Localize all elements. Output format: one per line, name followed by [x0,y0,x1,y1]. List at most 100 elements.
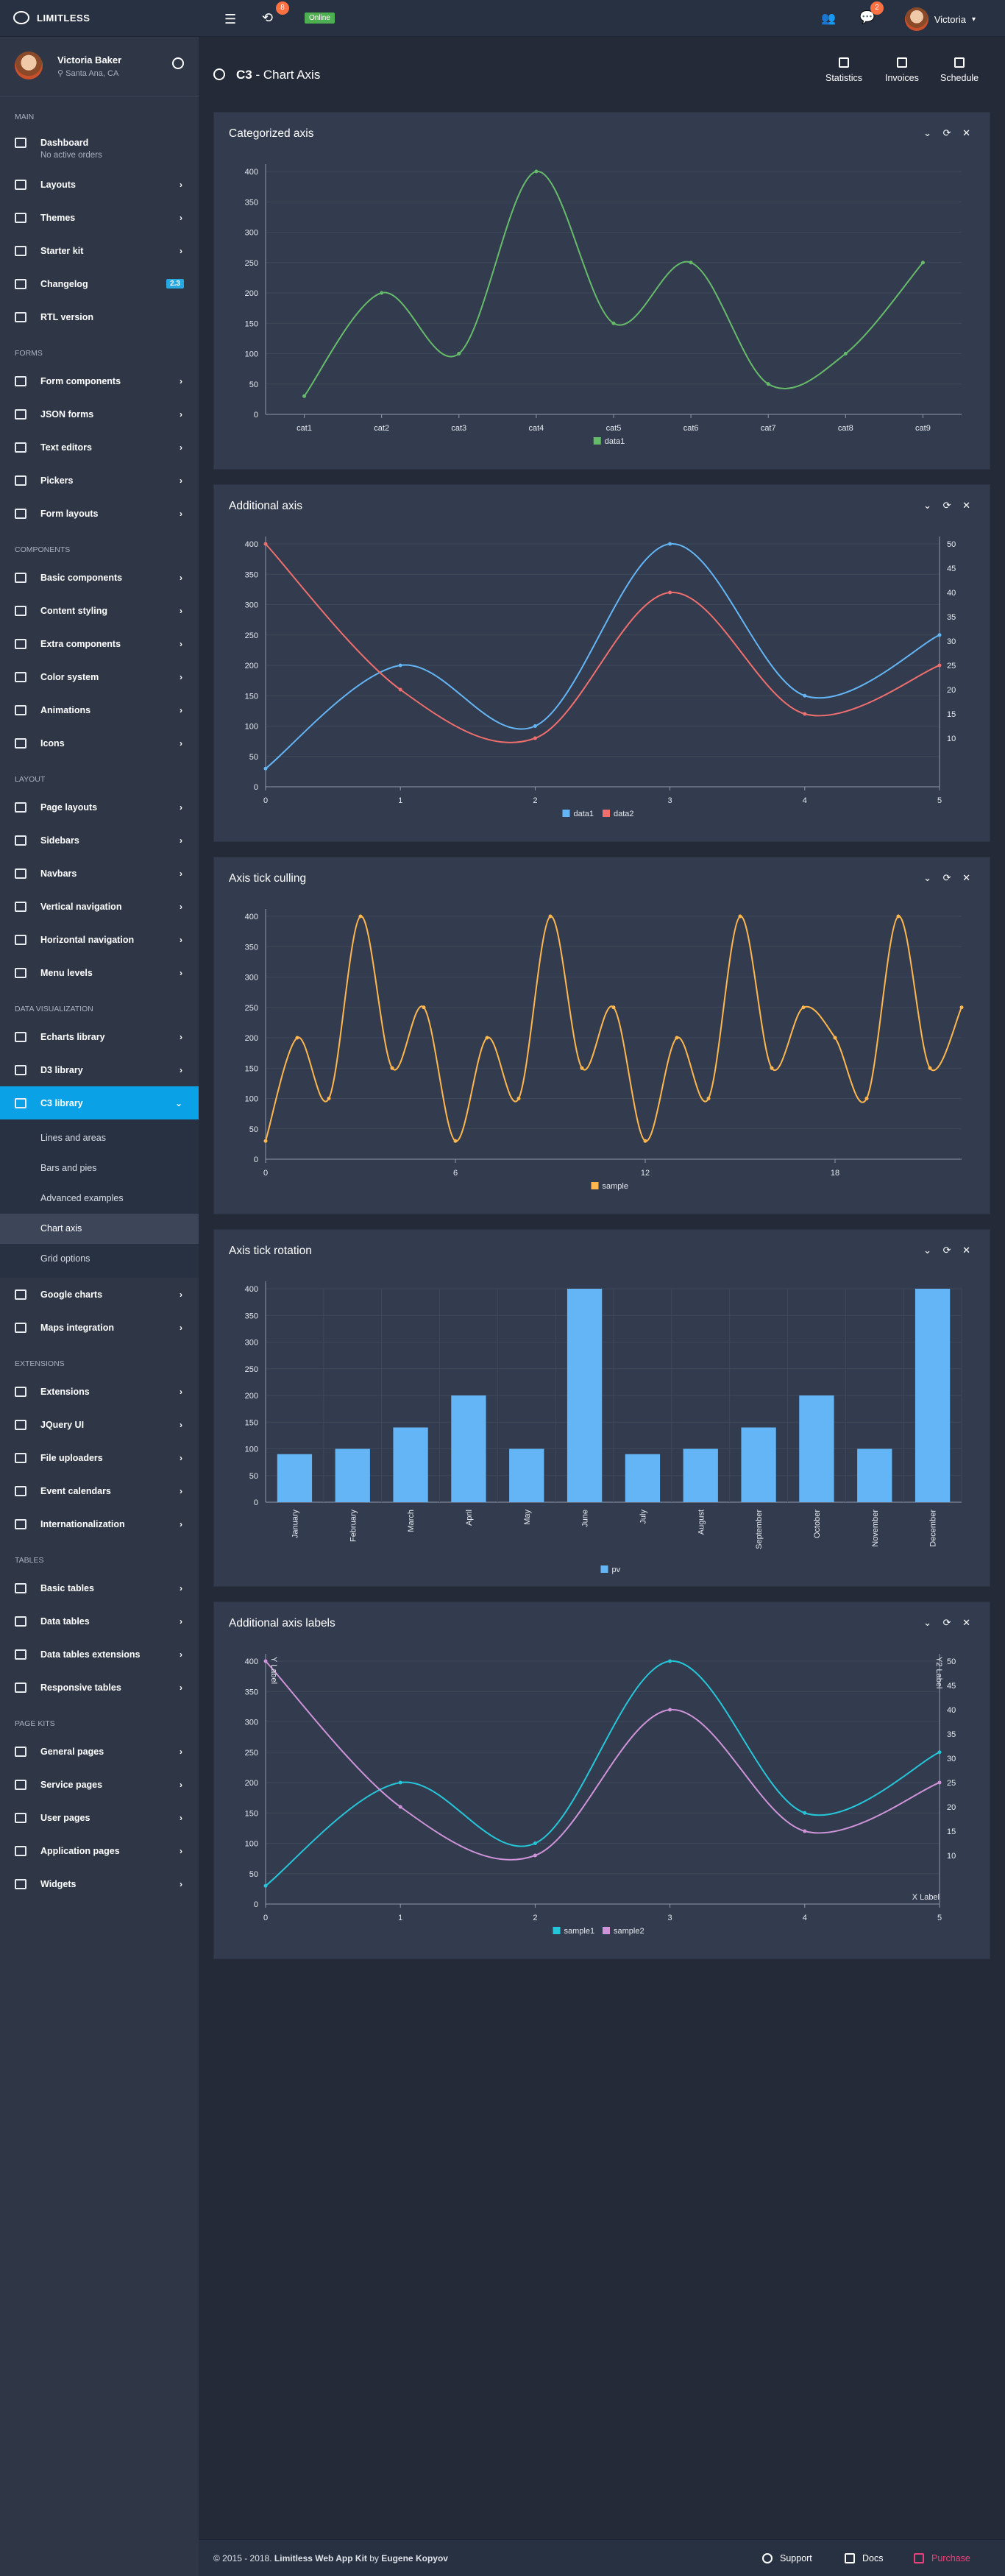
sidebar-item-internationalization[interactable]: Internationalization › [0,1507,199,1540]
submenu-item-bars-and-pies[interactable]: Bars and pies [0,1153,199,1183]
sidebar-item-layouts[interactable]: Layouts › [0,168,199,201]
sidebar-item-data-tables-extensions[interactable]: Data tables extensions › [0,1638,199,1671]
sidebar-item-event-calendars[interactable]: Event calendars › [0,1474,199,1507]
gear-icon[interactable] [172,57,184,69]
sidebar-item-vertical-navigation[interactable]: Vertical navigation › [0,890,199,923]
docs-link[interactable]: Docs [845,2553,883,2563]
sidebar-item-label: Data tables extensions [40,1649,141,1660]
y2-tick-label: 45 [947,1682,956,1691]
widgets-icon [15,1878,26,1889]
author-link[interactable]: Eugene Kopyov [381,2553,448,2563]
sidebar-item-basic-tables[interactable]: Basic tables › [0,1571,199,1604]
sidebar-item-page-layouts[interactable]: Page layouts › [0,790,199,824]
invoices-button[interactable]: Invoices [885,57,919,83]
sidebar-item-sidebars[interactable]: Sidebars › [0,824,199,857]
data-point [668,1708,672,1712]
chevron-right-icon: › [180,802,182,813]
y2-axis-label: Y2 Label [934,1657,943,1688]
sidebar-item-echarts-library[interactable]: Echarts library › [0,1020,199,1053]
sidebar-item-c3-library[interactable]: C3 library ⌄ [0,1086,199,1119]
sidebar-item-extra-components[interactable]: Extra components › [0,627,199,660]
chart-card-axis-labels: Additional axis labels ⌄ ⟳ ✕ 0 50 100 150 20… [213,1602,990,1959]
git-pull-icon[interactable]: ⟲ [262,10,273,26]
user-location: ⚲ Santa Ana, CA [57,69,119,78]
sidebar-item-maps-integration[interactable]: Maps integration › [0,1311,199,1344]
x-tick-label: cat4 [528,424,544,433]
sidebar-item-basic-components[interactable]: Basic components › [0,561,199,594]
avatar[interactable] [15,52,43,79]
data-point [803,1829,807,1833]
sidebar-item-pickers[interactable]: Pickers › [0,464,199,497]
sidebar-item-content-styling[interactable]: Content styling › [0,594,199,627]
sidebar-item-json-forms[interactable]: JSON forms › [0,397,199,431]
x-tick-label: 1 [398,796,402,805]
y-tick-label: 200 [245,1392,258,1401]
y-tick-label: 50 [249,1870,258,1879]
card-title: Axis tick culling [229,872,307,885]
sidebar-item-service-pages[interactable]: Service pages › [0,1768,199,1801]
sidebar-item-color-system[interactable]: Color system › [0,660,199,693]
copyright-text: © 2015 - 2018. [213,2553,274,2563]
bar [857,1448,892,1502]
series-line-sample [265,915,962,1142]
data-point [937,1780,942,1785]
sidebar-item-starter-kit[interactable]: Starter kit › [0,234,199,267]
chevron-down-icon: ▾ [971,15,976,24]
sidebar-item-icons[interactable]: Icons › [0,726,199,760]
sidebar-item-extensions[interactable]: Extensions › [0,1375,199,1408]
sidebar-item-text-editors[interactable]: Text editors › [0,431,199,464]
submenu-item-grid-options[interactable]: Grid options [0,1244,199,1274]
sidebar-item-file-uploaders[interactable]: File uploaders › [0,1441,199,1474]
sidebar-item-form-components[interactable]: Form components › [0,364,199,397]
sidebar-item-dashboard[interactable]: Dashboard No active orders [0,128,199,168]
sidebar-item-responsive-tables[interactable]: Responsive tables › [0,1671,199,1704]
sidebar-item-themes[interactable]: Themes › [0,201,199,234]
submenu-item-advanced-examples[interactable]: Advanced examples [0,1183,199,1214]
sidebar-item-navbars[interactable]: Navbars › [0,857,199,890]
sidebar-item-general-pages[interactable]: General pages › [0,1735,199,1768]
brand-logo[interactable]: LIMITLESS [13,11,90,24]
data-point [422,1005,426,1010]
purchase-link[interactable]: Purchase [914,2553,970,2563]
data-point [959,1005,964,1010]
sidebar-item-menu-levels[interactable]: Menu levels › [0,956,199,989]
sidebar-item-application-pages[interactable]: Application pages › [0,1834,199,1867]
sidebar-item-widgets[interactable]: Widgets › [0,1867,199,1900]
bar [799,1395,834,1502]
chevron-right-icon: › [180,442,182,453]
y2-tick-label: 25 [947,662,956,670]
sidebar-item-user-pages[interactable]: User pages › [0,1801,199,1834]
submenu-item-chart-axis[interactable]: Chart axis [0,1214,199,1244]
data-point [548,914,553,919]
sidebar-item-data-tables[interactable]: Data tables › [0,1604,199,1638]
x-tick-label: October [813,1510,822,1538]
card-tools[interactable]: ⌄ ⟳ ✕ [923,1245,975,1256]
users-icon[interactable]: 👥 [821,11,836,26]
schedule-button[interactable]: Schedule [940,57,979,83]
sidebar-item-d3-library[interactable]: D3 library › [0,1053,199,1086]
copyright-link[interactable]: Limitless Web App Kit [274,2553,367,2563]
user-menu[interactable]: Victoria ▾ [904,7,976,31]
card-tools[interactable]: ⌄ ⟳ ✕ [923,127,975,139]
sidebar-item-label: Pickers [40,475,74,486]
sidebar-item-rtl-version[interactable]: RTL version [0,300,199,333]
schedule-label: Schedule [940,73,979,83]
sidebar-item-horizontal-navigation[interactable]: Horizontal navigation › [0,923,199,956]
chevron-right-icon: › [180,1779,182,1790]
sidebar-item-form-layouts[interactable]: Form layouts › [0,497,199,530]
card-tools[interactable]: ⌄ ⟳ ✕ [923,500,975,512]
sidebar-item-google-charts[interactable]: Google charts › [0,1278,199,1311]
sidebar-item-jquery-ui[interactable]: JQuery UI › [0,1408,199,1441]
statistics-button[interactable]: Statistics [825,57,862,83]
sidebar-item-changelog[interactable]: Changelog 2.3 [0,267,199,300]
card-tools[interactable]: ⌄ ⟳ ✕ [923,872,975,884]
menu-toggle-icon[interactable]: ☰ [224,12,236,27]
submenu-item-lines-and-areas[interactable]: Lines and areas [0,1123,199,1153]
sidebar-item-animations[interactable]: Animations › [0,693,199,726]
x-tick-label: cat7 [761,424,776,433]
data-point [263,1883,268,1888]
arrow-left-icon[interactable] [213,68,225,80]
support-link[interactable]: Support [762,2553,812,2563]
card-tools[interactable]: ⌄ ⟳ ✕ [923,1617,975,1629]
x-tick-label: August [697,1510,706,1535]
